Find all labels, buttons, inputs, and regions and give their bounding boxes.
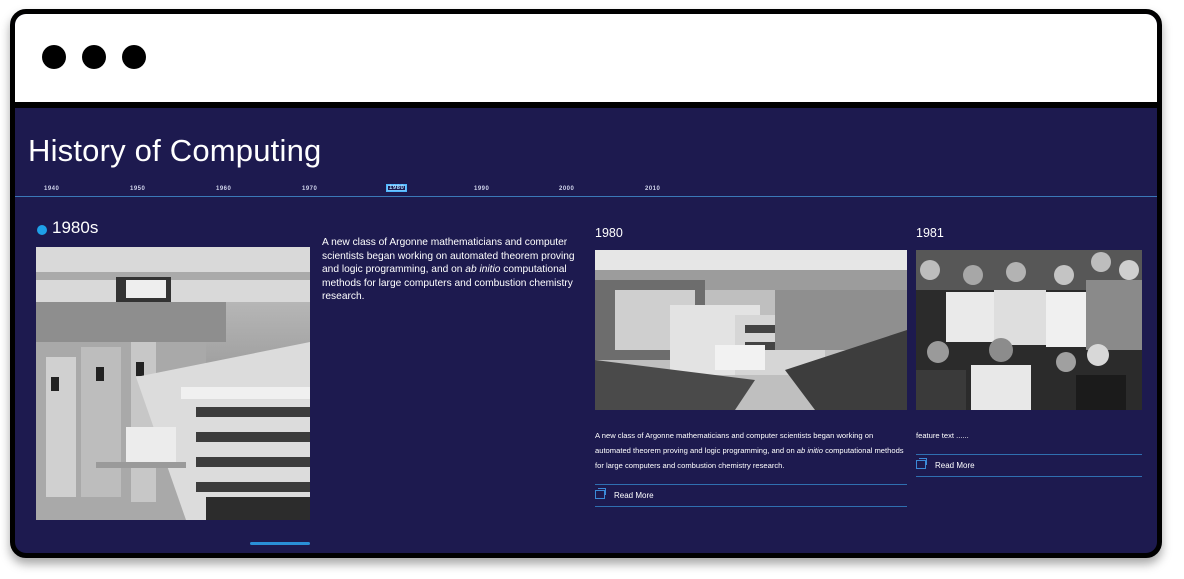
card-photo-1981-group-portrait	[916, 250, 1142, 410]
era-photo-computer-room	[36, 247, 310, 520]
era-description-emphasis: ab initio	[465, 264, 501, 275]
decade-timeline: 1940 1950 1960 1970 1980 1990 2000 2010	[15, 184, 1157, 202]
card-description-1980-emphasis: ab initio	[796, 446, 823, 455]
window-chrome	[15, 14, 1157, 108]
read-more-label-1981: Read More	[935, 461, 975, 470]
timeline-tick-1960[interactable]: 1960	[216, 186, 231, 192]
timeline-tick-1980[interactable]: 1980	[386, 184, 408, 192]
card-photo-1980	[595, 250, 907, 410]
window-dot-2	[82, 45, 106, 69]
read-more-link-1980[interactable]: Read More	[595, 484, 907, 507]
card-description-1981: feature text ......	[916, 428, 1146, 443]
timeline-tick-1970[interactable]: 1970	[302, 186, 317, 192]
timeline-tick-1950[interactable]: 1950	[130, 186, 145, 192]
card-description-1981-text: feature text ......	[916, 431, 969, 440]
era-heading: 1980s	[52, 218, 99, 237]
card-year-1981: 1981	[916, 226, 944, 240]
timeline-divider	[15, 196, 1157, 197]
era-description: A new class of Argonne mathematicians an…	[322, 236, 584, 304]
read-more-link-1981[interactable]: Read More	[916, 454, 1142, 477]
read-more-label-1980: Read More	[614, 491, 654, 500]
external-link-icon	[916, 458, 927, 469]
window-dot-3	[122, 45, 146, 69]
card-year-1980: 1980	[595, 226, 623, 240]
page-title: History of Computing	[28, 133, 322, 168]
timeline-tick-2000[interactable]: 2000	[559, 186, 574, 192]
timeline-tick-2010[interactable]: 2010	[645, 186, 660, 192]
timeline-tick-1940[interactable]: 1940	[44, 186, 59, 192]
external-link-icon	[595, 488, 606, 499]
timeline-tick-1980-label: 1980	[389, 185, 405, 191]
window-dot-1	[42, 45, 66, 69]
card-description-1980: A new class of Argonne mathematicians an…	[595, 428, 910, 473]
timeline-tick-1990[interactable]: 1990	[474, 186, 489, 192]
era-bullet-icon	[37, 225, 47, 235]
horizontal-scroll-indicator[interactable]	[250, 542, 310, 545]
browser-window: History of Computing 1940 1950 1960 1970…	[10, 9, 1162, 558]
